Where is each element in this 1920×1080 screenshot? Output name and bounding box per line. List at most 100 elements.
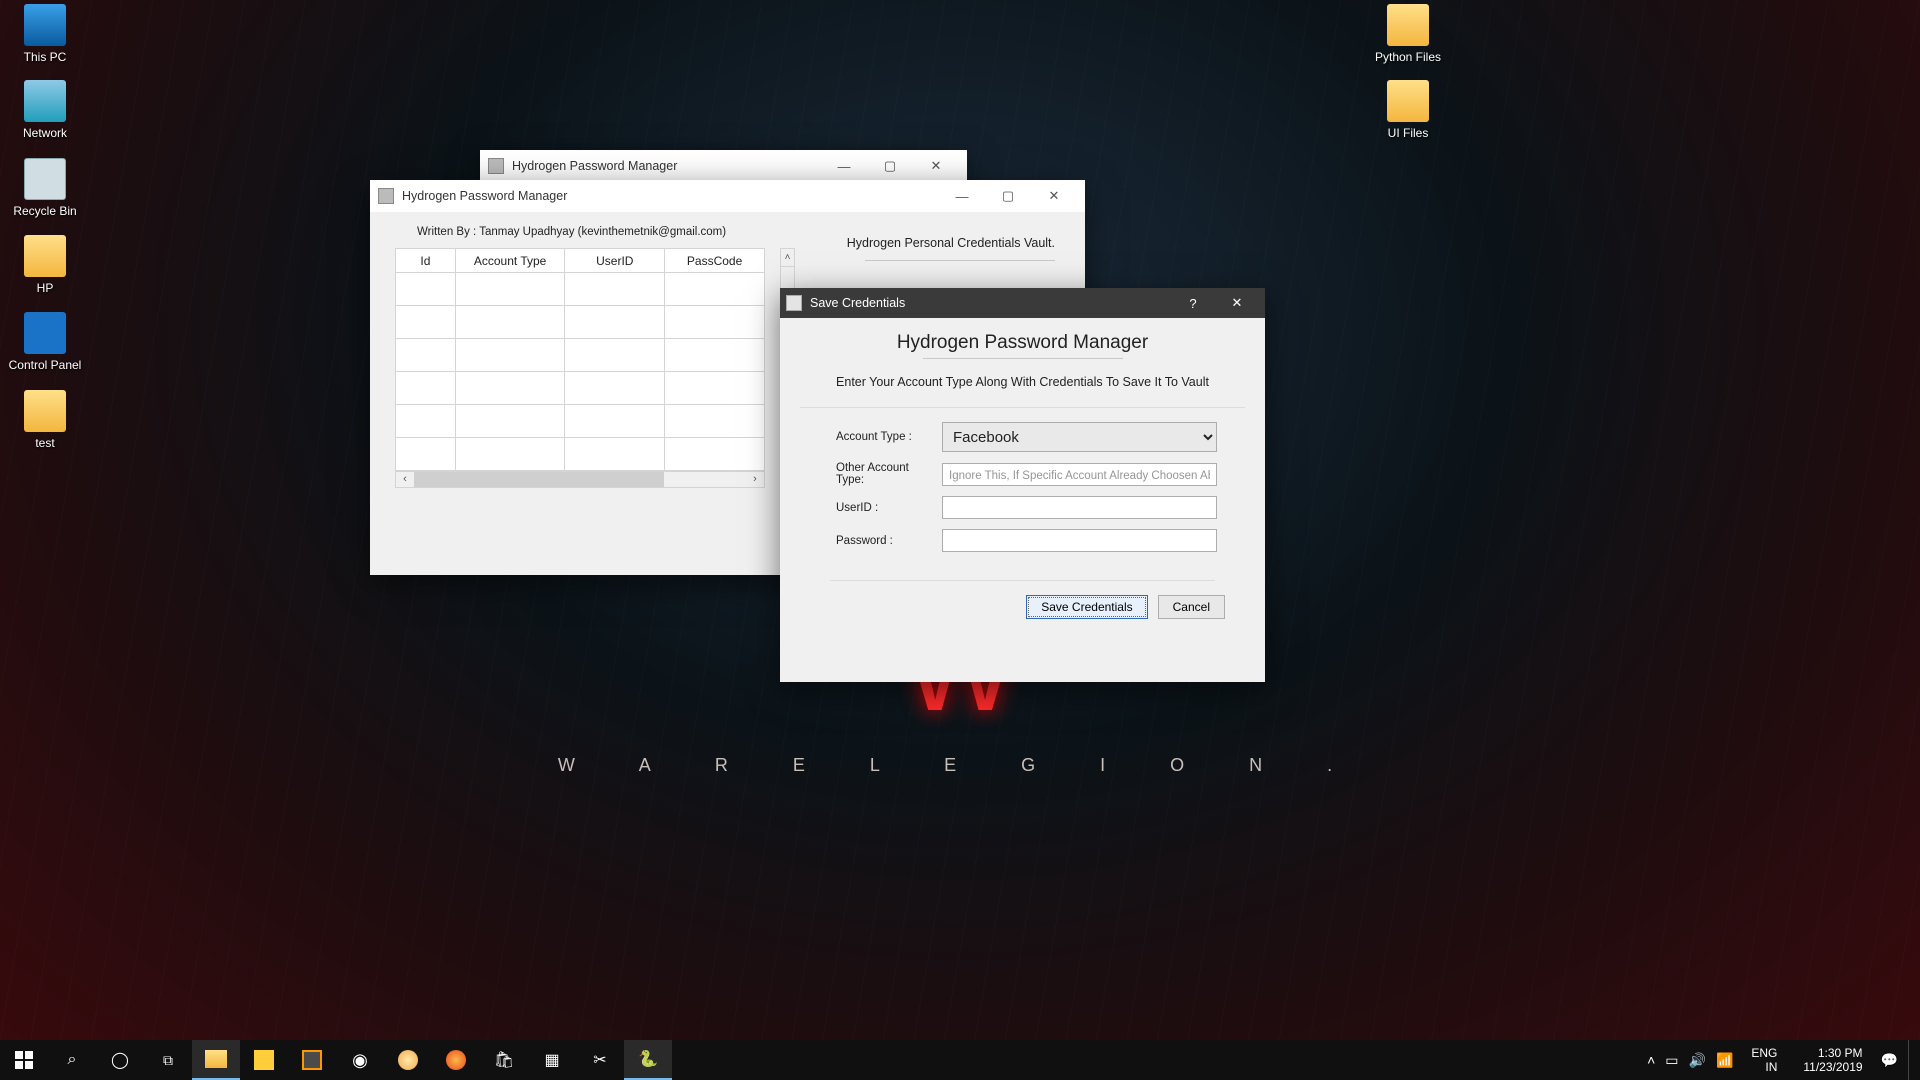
table-cell[interactable] — [565, 339, 665, 372]
table-cell[interactable] — [665, 372, 765, 405]
search-button[interactable]: ⌕ — [48, 1040, 96, 1080]
app-icon — [488, 158, 504, 174]
scroll-up-icon[interactable]: ˄ — [781, 249, 794, 267]
table-cell[interactable] — [665, 405, 765, 438]
table-cell[interactable] — [455, 273, 565, 306]
network-icon — [24, 80, 66, 122]
taskbar-app-sublime[interactable] — [288, 1040, 336, 1080]
desktop-icon-python-files[interactable]: Python Files — [1368, 4, 1448, 64]
table-row[interactable] — [396, 339, 765, 372]
scroll-right-icon[interactable]: › — [746, 472, 764, 487]
window-title: Hydrogen Password Manager — [512, 159, 677, 173]
table-cell[interactable] — [665, 273, 765, 306]
desktop-icon-recycle-bin[interactable]: Recycle Bin — [5, 158, 85, 218]
table-cell[interactable] — [455, 339, 565, 372]
dialog-title: Save Credentials — [810, 296, 905, 310]
desktop-icon-network[interactable]: Network — [5, 80, 85, 140]
vault-title: Hydrogen Personal Credentials Vault. — [847, 236, 1055, 250]
table-cell[interactable] — [665, 438, 765, 471]
table-cell[interactable] — [565, 306, 665, 339]
table-cell[interactable] — [396, 438, 456, 471]
language-indicator[interactable]: ENG IN — [1743, 1046, 1785, 1074]
divider — [923, 358, 1123, 359]
taskbar-app-media[interactable]: ◉ — [336, 1040, 384, 1080]
recycle-bin-icon — [24, 158, 66, 200]
password-input[interactable] — [942, 529, 1217, 552]
save-credentials-button[interactable]: Save Credentials — [1026, 595, 1147, 619]
desktop-icon-this-pc[interactable]: This PC — [5, 4, 85, 64]
maximize-button[interactable]: ▢ — [985, 180, 1031, 212]
taskbar-app-snip[interactable]: ✂ — [576, 1040, 624, 1080]
sublime-icon — [302, 1050, 322, 1070]
notifications-icon[interactable]: 💬 — [1881, 1052, 1898, 1069]
show-desktop-button[interactable] — [1908, 1040, 1914, 1080]
table-cell[interactable] — [455, 438, 565, 471]
taskbar-app-file-explorer[interactable] — [192, 1040, 240, 1080]
table-cell[interactable] — [396, 306, 456, 339]
taskbar-app-sticky-notes[interactable] — [240, 1040, 288, 1080]
dialog-heading: Hydrogen Password Manager — [800, 332, 1245, 354]
column-header-id[interactable]: Id — [396, 249, 456, 273]
scroll-thumb[interactable] — [414, 472, 664, 487]
table-row[interactable] — [396, 273, 765, 306]
desktop-icon-test[interactable]: test — [5, 390, 85, 450]
table-cell[interactable] — [665, 339, 765, 372]
taskbar-app-store[interactable]: 🛍 — [480, 1040, 528, 1080]
help-button[interactable]: ? — [1171, 288, 1215, 318]
table-cell[interactable] — [455, 405, 565, 438]
save-credentials-dialog: Save Credentials ? ✕ Hydrogen Password M… — [780, 288, 1265, 682]
volume-icon[interactable]: 🔊 — [1689, 1052, 1706, 1069]
language-code: ENG — [1751, 1046, 1777, 1060]
account-type-select[interactable]: Facebook — [942, 422, 1217, 452]
desktop-icon-hp[interactable]: HP — [5, 235, 85, 295]
dialog-titlebar[interactable]: Save Credentials ? ✕ — [780, 288, 1265, 318]
table-cell[interactable] — [396, 372, 456, 405]
column-header-account-type[interactable]: Account Type — [455, 249, 565, 273]
cancel-button[interactable]: Cancel — [1158, 595, 1225, 619]
wifi-icon[interactable]: 📶 — [1716, 1052, 1733, 1069]
other-account-type-input[interactable] — [942, 463, 1217, 486]
table-cell[interactable] — [396, 273, 456, 306]
column-header-userid[interactable]: UserID — [565, 249, 665, 273]
tray-chevron-icon[interactable]: ˄ — [1647, 1052, 1655, 1068]
main-window-titlebar[interactable]: Hydrogen Password Manager — ▢ ✕ — [370, 180, 1085, 212]
xbox-icon: ▦ — [544, 1050, 559, 1070]
table-cell[interactable] — [565, 273, 665, 306]
table-cell[interactable] — [665, 306, 765, 339]
minimize-button[interactable]: — — [939, 180, 985, 212]
close-button[interactable]: ✕ — [1215, 288, 1259, 318]
table-row[interactable] — [396, 438, 765, 471]
table-row[interactable] — [396, 306, 765, 339]
task-view-button[interactable]: ⧉ — [144, 1040, 192, 1080]
desktop-icon-ui-files[interactable]: UI Files — [1368, 80, 1448, 140]
column-header-passcode[interactable]: PassCode — [665, 249, 765, 273]
table-row[interactable] — [396, 405, 765, 438]
minimize-button[interactable]: — — [821, 150, 867, 182]
taskbar-app-xbox[interactable]: ▦ — [528, 1040, 576, 1080]
taskbar-app-firefox[interactable] — [432, 1040, 480, 1080]
close-button[interactable]: ✕ — [913, 150, 959, 182]
clock[interactable]: 1:30 PM 11/23/2019 — [1795, 1046, 1870, 1074]
userid-input[interactable] — [942, 496, 1217, 519]
close-button[interactable]: ✕ — [1031, 180, 1077, 212]
taskbar-app-python[interactable]: 🐍 — [624, 1040, 672, 1080]
maximize-button[interactable]: ▢ — [867, 150, 913, 182]
horizontal-scrollbar[interactable]: ‹ › — [395, 471, 765, 488]
table-row[interactable] — [396, 372, 765, 405]
userid-label: UserID : — [836, 502, 936, 514]
desktop-icon-label: Python Files — [1368, 50, 1448, 64]
table-cell[interactable] — [455, 372, 565, 405]
cortana-button[interactable]: ◯ — [96, 1040, 144, 1080]
battery-icon[interactable]: ▭ — [1665, 1052, 1678, 1069]
scroll-left-icon[interactable]: ‹ — [396, 472, 414, 487]
table-cell[interactable] — [565, 372, 665, 405]
taskbar-app-weather[interactable] — [384, 1040, 432, 1080]
table-cell[interactable] — [396, 339, 456, 372]
table-cell[interactable] — [455, 306, 565, 339]
start-button[interactable] — [0, 1040, 48, 1080]
table-cell[interactable] — [396, 405, 456, 438]
table-cell[interactable] — [565, 438, 665, 471]
table-cell[interactable] — [565, 405, 665, 438]
background-window-titlebar[interactable]: Hydrogen Password Manager — ▢ ✕ — [480, 150, 967, 182]
desktop-icon-control-panel[interactable]: Control Panel — [5, 312, 85, 372]
